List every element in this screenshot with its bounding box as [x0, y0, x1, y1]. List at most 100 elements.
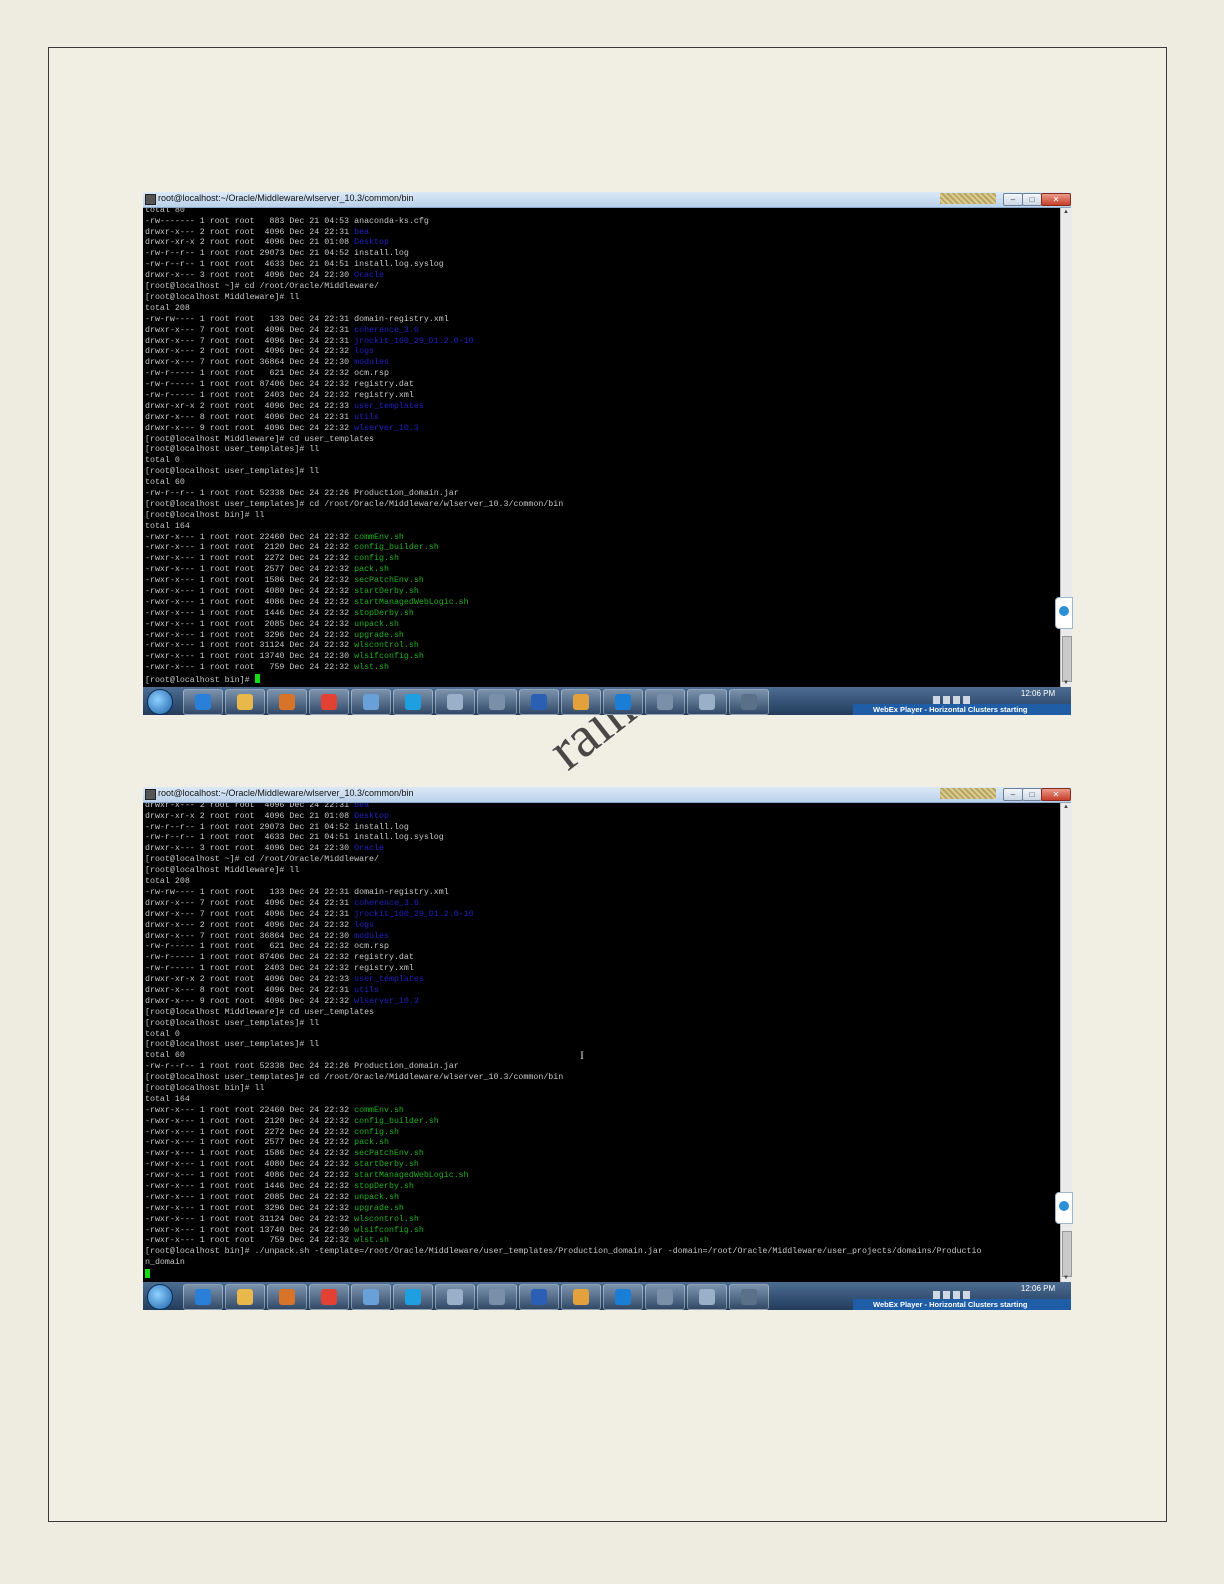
maximize-button[interactable]: □	[1022, 788, 1042, 801]
terminal-line: total 164	[145, 1094, 190, 1104]
terminal-line: n_domain	[145, 1258, 185, 1268]
taskbar-button[interactable]	[309, 1284, 349, 1310]
text-cursor-ibeam-icon: I	[580, 1048, 584, 1062]
taskbar-button[interactable]	[687, 689, 727, 715]
taskbar-button[interactable]	[309, 689, 349, 715]
taskbar-button[interactable]	[267, 689, 307, 715]
taskbar-clock[interactable]: 12:06 PM	[1013, 689, 1063, 698]
outlook-icon	[573, 694, 589, 710]
terminal-output[interactable]: total 80 -rw------- 1 root root 883 Dec 2…	[143, 208, 1060, 687]
teamviewer-side-badge[interactable]	[1055, 597, 1073, 629]
file-name: modules	[354, 931, 389, 941]
maximize-button[interactable]: □	[1022, 193, 1042, 206]
terminal-line: -rwxr-x--- 1 root root 2085 Dec 24 22:32…	[145, 619, 399, 629]
taskbar-button[interactable]	[351, 1284, 391, 1310]
taskbar-button[interactable]	[687, 1284, 727, 1310]
terminal-line: -rw------- 1 root root 883 Dec 21 04:53 …	[145, 216, 429, 226]
teamviewer-side-badge[interactable]	[1055, 1192, 1073, 1224]
scrollbar-thumb[interactable]	[1062, 636, 1072, 682]
taskbar-button[interactable]	[645, 1284, 685, 1310]
file-name: logs	[354, 347, 375, 357]
taskbar-button[interactable]	[519, 689, 559, 715]
terminal-line: drwxr-x--- 7 root root 36864 Dec 24 22:3…	[145, 358, 389, 368]
file-name: user_templates	[354, 975, 424, 985]
terminal-line: [root@localhost user_templates]# cd /roo…	[145, 1073, 564, 1083]
close-button[interactable]: ✕	[1041, 193, 1071, 206]
window-titlebar[interactable]: root@localhost:~/Oracle/Middleware/wlser…	[143, 787, 1071, 803]
terminal-line: -rwxr-x--- 1 root root 2577 Dec 24 22:32…	[145, 1138, 389, 1148]
window-titlebar[interactable]: root@localhost:~/Oracle/Middleware/wlser…	[143, 192, 1071, 208]
file-name: user_templates	[354, 401, 424, 411]
minimize-button[interactable]: –	[1003, 193, 1023, 206]
taskbar-button[interactable]	[603, 1284, 643, 1310]
scroll-down-arrow-icon[interactable]: ▼	[1063, 680, 1069, 686]
close-button[interactable]: ✕	[1041, 788, 1071, 801]
terminal-line: drwxr-x--- 7 root root 4096 Dec 24 22:31…	[145, 909, 474, 919]
webex-notification[interactable]: WebEx Player - Horizontal Clusters start…	[853, 1299, 1071, 1310]
terminal-line: [root@localhost bin]# ll	[145, 510, 265, 520]
file-name: registry.xml	[354, 964, 414, 974]
file-name: ocm.rsp	[354, 942, 389, 952]
webex-notification[interactable]: WebEx Player - Horizontal Clusters start…	[853, 704, 1071, 715]
file-name: config_builder.sh	[354, 1116, 439, 1126]
terminal-line: -rw-r--r-- 1 root root 29073 Dec 21 04:5…	[145, 249, 409, 259]
taskbar-button[interactable]	[477, 689, 517, 715]
taskbar-button[interactable]	[435, 1284, 475, 1310]
file-name: Desktop	[354, 811, 389, 821]
terminal-line: drwxr-x--- 7 root root 4096 Dec 24 22:31…	[145, 325, 419, 335]
scroll-up-arrow-icon[interactable]: ▲	[1063, 209, 1069, 215]
taskbar-button[interactable]	[225, 1284, 265, 1310]
scrollbar-thumb[interactable]	[1062, 1231, 1072, 1277]
terminal-line: -rwxr-x--- 1 root root 759 Dec 24 22:32 …	[145, 1236, 389, 1246]
terminal-line: -rw-r----- 1 root root 87406 Dec 24 22:3…	[145, 380, 414, 390]
taskbar-button[interactable]	[561, 689, 601, 715]
terminal-lines: drwxr-x--- 2 root root 4096 Dec 24 22:31…	[145, 803, 981, 1280]
terminal-line: -rw-r--r-- 1 root root 4633 Dec 21 04:51…	[145, 833, 444, 843]
taskbar-button[interactable]	[183, 1284, 223, 1310]
taskbar-button[interactable]	[225, 689, 265, 715]
taskbar-button[interactable]	[393, 689, 433, 715]
file-name: utils	[354, 412, 380, 422]
terminal-line: -rw-rw---- 1 root root 133 Dec 24 22:31 …	[145, 314, 449, 324]
teamviewer-badge-icon	[1059, 1201, 1069, 1211]
windows-start-icon[interactable]	[147, 689, 173, 715]
terminal-line: -rwxr-x--- 1 root root 2120 Dec 24 22:32…	[145, 1116, 439, 1126]
terminal-line: drwxr-x--- 3 root root 4096 Dec 24 22:30…	[145, 271, 384, 281]
security-icon	[741, 694, 757, 710]
taskbar-button[interactable]	[351, 689, 391, 715]
scroll-up-arrow-icon[interactable]: ▲	[1063, 804, 1069, 810]
taskbar-button[interactable]	[645, 689, 685, 715]
terminal-line: -rwxr-x--- 1 root root 2272 Dec 24 22:32…	[145, 1127, 399, 1137]
putty-icon	[489, 1289, 505, 1305]
taskbar-clock[interactable]: 12:06 PM	[1013, 1284, 1063, 1293]
taskbar-button[interactable]	[729, 689, 769, 715]
terminal-line: total 208	[145, 877, 190, 887]
taskbar-button[interactable]	[435, 689, 475, 715]
taskbar-button[interactable]	[477, 1284, 517, 1310]
file-name: wlscontrol.sh	[354, 641, 419, 651]
file-name: Production_domain.jar	[354, 1062, 459, 1072]
taskbar-button[interactable]	[393, 1284, 433, 1310]
file-name: domain-registry.xml	[354, 314, 449, 324]
terminal-line: -rwxr-x--- 1 root root 2085 Dec 24 22:32…	[145, 1192, 399, 1202]
terminal-lines: total 80 -rw------- 1 root root 883 Dec 2…	[145, 208, 563, 685]
notepad-icon	[699, 1289, 715, 1305]
putty-icon	[145, 789, 156, 800]
minimize-button[interactable]: –	[1003, 788, 1023, 801]
windows-start-icon[interactable]	[147, 1284, 173, 1310]
notepad-icon	[447, 1289, 463, 1305]
taskbar-button[interactable]	[267, 1284, 307, 1310]
taskbar-button[interactable]	[519, 1284, 559, 1310]
scroll-down-arrow-icon[interactable]: ▼	[1063, 1275, 1069, 1281]
taskbar-button[interactable]	[561, 1284, 601, 1310]
terminal-line: [root@localhost bin]#	[145, 674, 563, 685]
system-tray	[933, 691, 1023, 704]
terminal-line: -rwxr-x--- 1 root root 13740 Dec 24 22:3…	[145, 652, 424, 662]
terminal-cursor	[254, 674, 260, 684]
word-icon	[531, 1289, 547, 1305]
taskbar-button[interactable]	[729, 1284, 769, 1310]
terminal-output[interactable]: drwxr-x--- 2 root root 4096 Dec 24 22:31…	[143, 803, 1060, 1282]
taskbar-button[interactable]	[603, 689, 643, 715]
skype-icon	[405, 1289, 421, 1305]
taskbar-button[interactable]	[183, 689, 223, 715]
